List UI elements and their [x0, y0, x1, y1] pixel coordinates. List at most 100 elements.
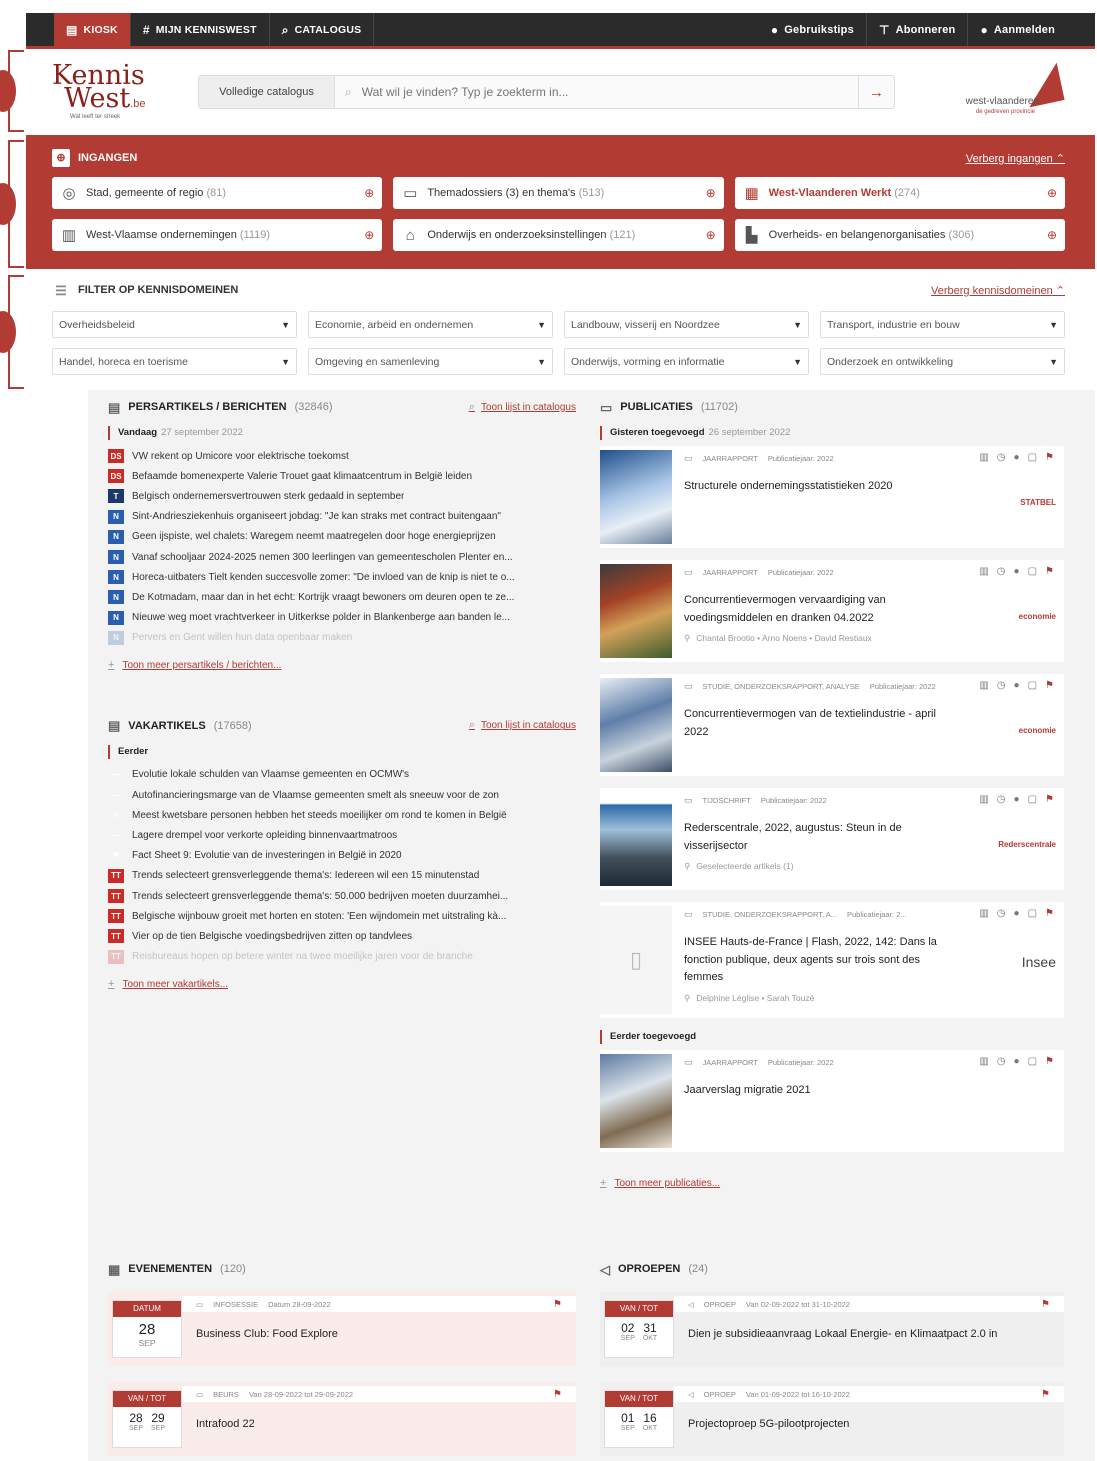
add-circle-icon[interactable]: ⊕ [706, 228, 716, 242]
news-item[interactable]: TT Vier op de tien Belgische voedingsbedr… [108, 926, 576, 946]
news-item[interactable]: — Evolutie lokale schulden van Vlaamse ge… [108, 765, 576, 785]
publication-title[interactable]: Concurrentievermogen vervaardiging van v… [684, 592, 954, 627]
share-icon[interactable]: ◷ [997, 680, 1006, 691]
ingang-stad-gemeente[interactable]: ◎ Stad, gemeente of regio (81) ⊕ [52, 177, 383, 209]
hide-ingangen-link[interactable]: Verberg ingangen ⌃ [966, 152, 1065, 165]
news-item[interactable]: — Autofinancieringsmarge van de Vlaamse g… [108, 785, 576, 805]
persartikels-list-link[interactable]: ⌕ Toon lijst in catalogus [469, 401, 576, 413]
chart-icon[interactable]: ▥ [979, 566, 988, 577]
news-item[interactable]: N Geen ijspiste, wel chalets: Waregem nee… [108, 527, 576, 547]
select-onderzoek[interactable]: Onderzoek en ontwikkeling ▼ [820, 348, 1065, 375]
news-item[interactable]: TT Belgische wijnbouw groeit met horten e… [108, 906, 576, 926]
nav-catalogus[interactable]: ⌕ CATALOGUS [270, 13, 375, 46]
bookmark-icon[interactable]: ⚑ [1045, 908, 1054, 919]
select-handel[interactable]: Handel, horeca en toerisme ▼ [52, 348, 297, 375]
event-card[interactable]: VAN / TOT 02 SEP 31 OKT ◁ OPROEP Van 02-09-2022… [600, 1292, 1064, 1366]
info-icon[interactable]: ● [1014, 680, 1020, 691]
publication-cover[interactable] [600, 792, 672, 886]
search-input[interactable] [361, 85, 848, 99]
ingang-west-vlaanderen-werkt[interactable]: ▦ West-Vlaanderen Werkt (274) ⊕ [734, 177, 1065, 209]
select-transport[interactable]: Transport, industrie en bouw ▼ [820, 311, 1065, 338]
news-item[interactable]: N De Kotmadam, maar dan in het echt: Kort… [108, 587, 576, 607]
event-title[interactable]: Business Club: Food Explore [196, 1328, 562, 1340]
select-overheidsbeleid[interactable]: Overheidsbeleid ▼ [52, 311, 297, 338]
nav-abonneren[interactable]: ⊤ Abonneren [867, 13, 969, 46]
comment-icon[interactable]: ▢ [1028, 680, 1037, 691]
share-icon[interactable]: ◷ [997, 794, 1006, 805]
nav-gebruikstips[interactable]: ● Gebruikstips [759, 13, 867, 46]
publication-card[interactable]: ▭ TIJDSCHRIFT Publicatiejaar: 2022 Redersce… [600, 788, 1064, 890]
publication-cover[interactable] [600, 678, 672, 772]
share-icon[interactable]: ◷ [997, 566, 1006, 577]
bookmark-icon[interactable]: ⚑ [1045, 680, 1054, 691]
event-card[interactable]: DATUM 28 SEP ▭ INFOSESSIE Datum 28-09-2022 ⚑ Bu… [108, 1292, 576, 1366]
ingang-onderwijs[interactable]: ⌂ Onderwijs en onderzoeksinstellingen (12… [393, 219, 724, 251]
nav-mijn-kenniswest[interactable]: # MIJN KENNISWEST [131, 13, 270, 46]
info-icon[interactable]: ● [1014, 566, 1020, 577]
nav-kiosk[interactable]: ▤ KIOSK [54, 13, 131, 46]
bookmark-icon[interactable]: ⚑ [553, 1299, 562, 1310]
select-landbouw[interactable]: Landbouw, visserij en Noordzee ▼ [564, 311, 809, 338]
publication-title[interactable]: INSEE Hauts-de-France | Flash, 2022, 142… [684, 934, 954, 987]
share-icon[interactable]: ◷ [997, 908, 1006, 919]
search-submit-button[interactable]: → [858, 76, 894, 108]
chart-icon[interactable]: ▥ [979, 452, 988, 463]
publication-card[interactable]: ▭ STUDIE, ONDERZOEKSRAPPORT, ANALYSE Publi… [600, 674, 1064, 776]
comment-icon[interactable]: ▢ [1028, 908, 1037, 919]
news-item[interactable]: ⚑ Fact Sheet 9: Evolutie van de investeri… [108, 846, 576, 866]
publication-cover[interactable] [600, 564, 672, 658]
share-icon[interactable]: ◷ [997, 452, 1006, 463]
news-item[interactable]: TT Trends selecteert grensverleggende the… [108, 866, 576, 886]
event-title[interactable]: Intrafood 22 [196, 1418, 562, 1430]
bookmark-icon[interactable]: ⚑ [553, 1389, 562, 1400]
news-item[interactable]: DS Befaamde bomenexperte Valerie Trouet g… [108, 466, 576, 486]
bookmark-icon[interactable]: ⚑ [1045, 452, 1054, 463]
publication-card[interactable]: ▭ JAARRAPPORT Publicatiejaar: 2022 Concurre… [600, 560, 1064, 662]
bookmark-icon[interactable]: ⚑ [1045, 566, 1054, 577]
chart-icon[interactable]: ▥ [979, 1056, 988, 1067]
publication-cover[interactable] [600, 450, 672, 544]
add-circle-icon[interactable]: ⊕ [706, 186, 716, 200]
publication-cover[interactable]: ▯ [600, 906, 672, 1014]
vakartikels-more-link[interactable]: + Toon meer vakartikels... [108, 978, 576, 990]
bookmark-icon[interactable]: ⚑ [1041, 1389, 1050, 1400]
province-logo[interactable]: west-vlaanderen de gedreven provincie [925, 62, 1065, 120]
chart-icon[interactable]: ▥ [979, 908, 988, 919]
info-icon[interactable]: ● [1014, 794, 1020, 805]
share-icon[interactable]: ◷ [997, 1056, 1006, 1067]
hide-kennisdomeinen-link[interactable]: Verberg kennisdomeinen ⌃ [931, 284, 1065, 297]
add-circle-icon[interactable]: ⊕ [364, 228, 374, 242]
bookmark-icon[interactable]: ⚑ [1045, 794, 1054, 805]
publication-card[interactable]: ▯ ▭ STUDIE, ONDERZOEKSRAPPORT, A... Publica… [600, 902, 1064, 1018]
news-item[interactable]: N Sint-Andriesziekenhuis organiseert jobd… [108, 507, 576, 527]
select-economie[interactable]: Economie, arbeid en ondernemen ▼ [308, 311, 553, 338]
news-item[interactable]: N Vanaf schooljaar 2024-2025 nemen 300 le… [108, 547, 576, 567]
info-icon[interactable]: ● [1014, 908, 1020, 919]
nav-aanmelden[interactable]: ● Aanmelden [968, 13, 1067, 46]
publication-title[interactable]: Concurrentievermogen van de textielindus… [684, 706, 954, 741]
comment-icon[interactable]: ▢ [1028, 794, 1037, 805]
select-onderwijs[interactable]: Onderwijs, vorming en informatie ▼ [564, 348, 809, 375]
publication-title[interactable]: Rederscentrale, 2022, augustus: Steun in… [684, 820, 954, 855]
publication-title[interactable]: Structurele ondernemingsstatistieken 202… [684, 478, 954, 496]
news-item[interactable]: TT Reisbureaus hopen op betere winter na … [108, 947, 576, 967]
chart-icon[interactable]: ▥ [979, 680, 988, 691]
publication-cover[interactable] [600, 1054, 672, 1148]
news-item[interactable]: T Belgisch ondernemersvertrouwen sterk ge… [108, 486, 576, 506]
add-circle-icon[interactable]: ⊕ [364, 186, 374, 200]
add-circle-icon[interactable]: ⊕ [1047, 228, 1057, 242]
persartikels-more-link[interactable]: + Toon meer persartikels / berichten... [108, 659, 576, 671]
news-item[interactable]: N Horeca-uitbaters Tielt kenden succesvol… [108, 567, 576, 587]
event-card[interactable]: VAN / TOT 01 SEP 16 OKT ◁ OPROEP Van 01-09-2022… [600, 1382, 1064, 1456]
add-circle-icon[interactable]: ⊕ [1047, 186, 1057, 200]
comment-icon[interactable]: ▢ [1028, 1056, 1037, 1067]
bookmark-icon[interactable]: ⚑ [1041, 1299, 1050, 1310]
publication-card[interactable]: ▭ JAARRAPPORT Publicatiejaar: 2022 Jaarvers… [600, 1050, 1064, 1152]
info-icon[interactable]: ● [1014, 1056, 1020, 1067]
event-title[interactable]: Dien je subsidieaanvraag Lokaal Energie-… [688, 1328, 1050, 1340]
event-card[interactable]: VAN / TOT 28 SEP 29 SEP ▭ BEURS Van 28-09-2022 … [108, 1382, 576, 1456]
search-scope-select[interactable]: Volledige catalogus [199, 76, 335, 108]
comment-icon[interactable]: ▢ [1028, 452, 1037, 463]
publication-title[interactable]: Jaarverslag migratie 2021 [684, 1082, 954, 1100]
news-item[interactable]: N Pervers en Gent willen hun data openbaa… [108, 628, 576, 648]
